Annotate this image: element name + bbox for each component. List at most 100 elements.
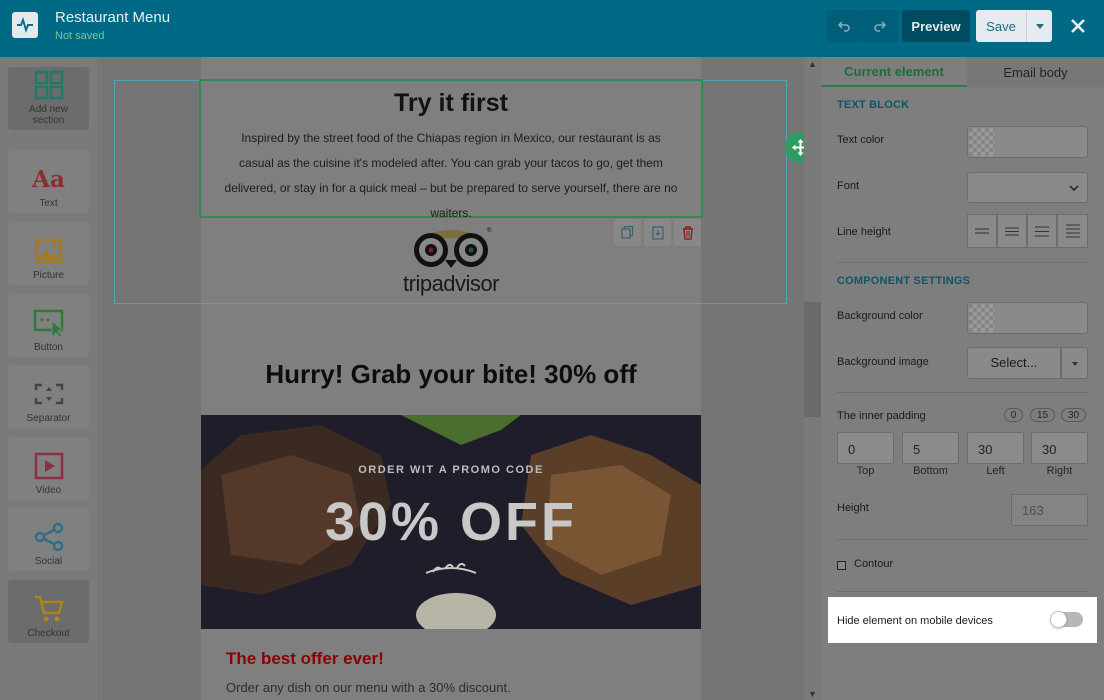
app-title: Restaurant Menu (55, 9, 171, 26)
grid-icon (33, 69, 65, 101)
scroll-up-icon[interactable]: ▲ (808, 59, 817, 69)
line-height-icon (975, 228, 989, 234)
undo-button[interactable] (826, 10, 862, 42)
tool-picture[interactable]: Picture (8, 222, 89, 285)
delete-block-button[interactable] (674, 219, 701, 246)
padding-left-input[interactable]: 30 (967, 432, 1024, 464)
settings-panel: Current element Email body TEXT BLOCK Te… (821, 57, 1104, 700)
picture-icon (33, 235, 65, 267)
offer-title: The best offer ever! (226, 649, 384, 668)
line-height-option-4[interactable] (1057, 214, 1088, 248)
scroll-down-icon[interactable]: ▼ (808, 689, 817, 699)
divider (837, 392, 1088, 393)
padding-right-label: Right (1046, 465, 1073, 477)
tool-checkout[interactable]: Checkout (8, 580, 89, 643)
contour-checkbox[interactable] (837, 561, 846, 570)
component-settings-title: COMPONENT SETTINGS (837, 275, 971, 287)
close-button[interactable] (1066, 14, 1090, 38)
promo-headline: 30% OFF (324, 492, 578, 552)
line-height-option-1[interactable] (967, 214, 997, 248)
promo-subtitle: ORDER WIT A PROMO CODE (358, 464, 544, 476)
copy-block-button[interactable] (614, 219, 641, 246)
move-handle[interactable] (785, 132, 804, 163)
save-module-button[interactable] (644, 219, 671, 246)
background-color-picker[interactable] (967, 302, 1088, 334)
background-image-select-button[interactable]: Select... (967, 347, 1061, 379)
background-image-label: Background image (837, 356, 929, 368)
owl-icon: ® (414, 227, 492, 268)
top-toolbar: Restaurant Menu Not saved Preview Save (0, 0, 1104, 57)
save-button[interactable]: Save (976, 10, 1026, 42)
toggle-knob (1050, 611, 1067, 628)
tab-email-body[interactable]: Email body (967, 57, 1104, 87)
preview-button[interactable]: Preview (902, 10, 970, 42)
height-input[interactable]: 163 (1011, 494, 1088, 526)
tool-social[interactable]: Social (8, 508, 89, 571)
line-height-label: Line height (837, 226, 891, 238)
email-canvas[interactable]: Try it first Inspired by the street food… (100, 57, 804, 700)
tripadvisor-wordmark: tripadvisor (389, 271, 513, 297)
caret-down-icon (1035, 23, 1044, 29)
padding-bottom-input[interactable]: 5 (902, 432, 959, 464)
save-options-button[interactable] (1026, 10, 1052, 42)
contour-label: Contour (854, 558, 894, 570)
undo-icon (837, 21, 850, 32)
canvas-scrollbar[interactable]: ▲ ▼ (804, 57, 821, 700)
scrollbar-thumb[interactable] (804, 302, 821, 417)
hide-on-mobile-label: Hide element on mobile devices (837, 615, 993, 627)
tripadvisor-logo: ® tripadvisor (389, 224, 513, 298)
padding-preset-15[interactable]: 15 (1030, 408, 1055, 422)
close-icon (1071, 19, 1085, 33)
app-logo-icon (12, 12, 38, 38)
tool-separator[interactable]: Separator (8, 365, 89, 428)
tool-add-section[interactable]: Add new section (8, 67, 89, 130)
line-height-icon (1035, 226, 1049, 236)
padding-top-input[interactable]: 0 (837, 432, 894, 464)
height-label: Height (837, 502, 869, 514)
tool-label: Add new section (29, 104, 68, 126)
tool-label: Separator (26, 413, 71, 424)
hide-on-mobile-row: Hide element on mobile devices (828, 597, 1097, 643)
background-image-options-button[interactable] (1061, 347, 1088, 379)
offer-text: Order any dish on our menu with a 30% di… (226, 680, 511, 695)
text-icon: Aa (32, 165, 65, 193)
tool-button[interactable]: Button (8, 294, 89, 357)
text-block-section-title: TEXT BLOCK (837, 99, 910, 111)
copy-icon (621, 226, 634, 239)
text-block[interactable]: Try it first Inspired by the street food… (199, 79, 703, 220)
tab-current-element[interactable]: Current element (821, 57, 967, 87)
hurry-heading: Hurry! Grab your bite! 30% off (265, 359, 637, 389)
text-color-picker[interactable] (967, 126, 1088, 158)
redo-button[interactable] (862, 10, 898, 42)
tool-text[interactable]: Aa Text (8, 150, 89, 213)
divider (837, 539, 1088, 540)
padding-right-input[interactable]: 30 (1031, 432, 1088, 464)
tool-label: Checkout (27, 628, 70, 639)
font-select[interactable] (967, 172, 1088, 203)
save-module-icon (651, 225, 664, 240)
tool-label: Button (34, 342, 63, 353)
save-status: Not saved (55, 30, 105, 42)
transparent-swatch (969, 304, 994, 332)
promo-banner-image[interactable]: ORDER WIT A PROMO CODE 30% OFF (201, 415, 701, 629)
share-icon (33, 521, 65, 553)
padding-bottom-label: Bottom (913, 465, 948, 477)
settings-tabs: Current element Email body (821, 57, 1104, 87)
padding-preset-30[interactable]: 30 (1061, 408, 1086, 422)
padding-preset-0[interactable]: 0 (1004, 408, 1023, 422)
line-height-option-3[interactable] (1027, 214, 1057, 248)
tool-label: Social (34, 556, 63, 567)
padding-left-label: Left (986, 465, 1005, 477)
hide-on-mobile-toggle[interactable] (1050, 611, 1083, 628)
blocks-panel: Add new section Aa Text Picture Button S… (0, 57, 99, 700)
video-icon (33, 450, 65, 482)
line-height-option-2[interactable] (997, 214, 1027, 248)
move-icon (792, 139, 804, 156)
separator-icon (33, 378, 65, 410)
inner-padding-label: The inner padding (837, 410, 926, 422)
tool-video[interactable]: Video (8, 437, 89, 500)
text-color-label: Text color (837, 134, 885, 146)
logo-advisor: advisor (431, 271, 500, 296)
cart-icon (33, 593, 65, 625)
text-block-body: Inspired by the street food of the Chiap… (224, 131, 678, 220)
